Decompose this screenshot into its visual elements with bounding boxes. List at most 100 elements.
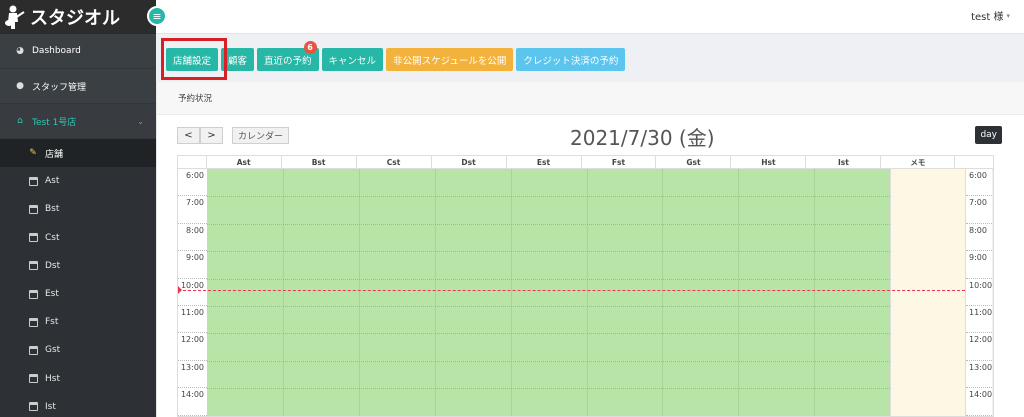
column-divider	[662, 169, 664, 416]
calendar-icon	[28, 317, 38, 327]
sidebar-subitem-bst[interactable]: Bst	[0, 195, 156, 224]
guitarist-logo-icon	[5, 5, 25, 29]
time-label: 14:00	[178, 388, 207, 416]
time-label: 7:00	[966, 196, 992, 224]
reservation-panel: 予約状況 < > カレンダー 2021/7/30 (金) day Ast Bst…	[156, 82, 1024, 417]
column-header-memo: メモ	[881, 156, 956, 169]
sidebar-subitem-fst[interactable]: Fst	[0, 308, 156, 337]
sidebar-subitem-dst[interactable]: Dst	[0, 251, 156, 280]
panel-title: 予約状況	[157, 82, 1024, 115]
recent-reservations-button[interactable]: 直近の予約 6	[257, 41, 319, 71]
sidebar-subitem-label: Bst	[45, 204, 60, 215]
count-badge: 6	[303, 41, 317, 54]
sidebar-item-store[interactable]: ⌂ Test 1号店 ⌄	[0, 104, 156, 139]
chevron-down-icon: ⌄	[137, 116, 144, 126]
sidebar-subitem-label: 店舗	[45, 149, 64, 160]
row-divider	[207, 360, 890, 362]
calendar-button[interactable]: カレンダー	[232, 127, 290, 144]
sidebar-item-dashboard[interactable]: ◕ Dashboard	[0, 34, 156, 69]
calendar-icon	[28, 402, 38, 412]
sidebar-subitem-shop[interactable]: ✎ 店舗	[0, 139, 156, 168]
time-label: 9:00	[178, 251, 207, 279]
time-label: 13:00	[966, 361, 992, 389]
row-divider	[207, 196, 890, 198]
time-label: 9:00	[966, 251, 992, 279]
sidebar-subitem-ast[interactable]: Ast	[0, 167, 156, 196]
sidebar-subitem-ist[interactable]: Ist	[0, 392, 156, 417]
calendar-icon	[28, 233, 38, 243]
user-menu[interactable]: test 様 ▾	[971, 8, 1010, 24]
column-header: Est	[507, 156, 582, 169]
brand-logo[interactable]: スタジオル	[0, 0, 156, 34]
publish-private-schedule-button[interactable]: 非公開スケジュールを公開	[386, 48, 514, 71]
header-spacer	[955, 156, 993, 169]
time-label: 12:00	[966, 333, 992, 361]
time-label: 10:00	[966, 279, 992, 306]
column-divider	[358, 169, 360, 416]
user-icon: ●	[16, 81, 24, 91]
available-slots-area[interactable]	[207, 169, 890, 416]
sidebar-subitem-label: Cst	[45, 232, 60, 243]
sidebar-subitem-cst[interactable]: Cst	[0, 223, 156, 252]
sidebar-subitem-label: Est	[45, 289, 59, 300]
action-toolbar: 店舗設定 顧客 直近の予約 6 キャンセル 非公開スケジュールを公開 クレジット…	[166, 41, 626, 71]
memo-column[interactable]	[890, 169, 965, 416]
column-header: Cst	[357, 156, 432, 169]
time-axis-left: 6:00 7:00 8:00 9:00 10:00 11:00 12:00 13…	[178, 169, 207, 416]
grid-header: Ast Bst Cst Dst Est Fst Gst Hst Ist メモ	[178, 156, 993, 169]
next-button[interactable]: >	[200, 127, 223, 144]
column-divider	[510, 169, 512, 416]
column-divider	[738, 169, 740, 416]
column-header: Bst	[282, 156, 357, 169]
credit-payment-reservations-button[interactable]: クレジット決済の予約	[516, 48, 626, 71]
vertical-scrollbar[interactable]: ▲	[992, 169, 994, 417]
menu-toggle-button[interactable]: ≡	[147, 6, 167, 26]
sidebar: ◕ Dashboard ● スタッフ管理 ⌂ Test 1号店 ⌄ ✎ 店舗 A…	[0, 34, 156, 417]
sidebar-subitem-label: Fst	[45, 317, 59, 328]
row-divider	[207, 333, 890, 335]
day-view-button[interactable]: day	[975, 126, 1002, 144]
home-icon: ⌂	[17, 116, 23, 126]
time-label: 13:00	[178, 361, 207, 389]
sidebar-subitem-label: Ast	[45, 176, 60, 187]
row-divider	[207, 306, 890, 307]
button-label: 直近の予約	[264, 55, 312, 67]
column-divider	[814, 169, 816, 416]
sidebar-subitem-hst[interactable]: Hst	[0, 364, 156, 393]
calendar-icon	[28, 289, 38, 299]
caret-down-icon: ▾	[1006, 11, 1010, 20]
calendar-icon	[28, 261, 38, 271]
time-label: 12:00	[178, 333, 207, 361]
time-label: 6:00	[966, 169, 992, 197]
time-label: 6:00	[178, 169, 207, 197]
current-time-arrow-icon	[178, 286, 182, 294]
prev-button[interactable]: <	[177, 127, 200, 144]
current-time-line	[178, 290, 965, 291]
scrollbar-thumb[interactable]	[993, 279, 994, 417]
sidebar-item-label: スタッフ管理	[32, 82, 87, 93]
sidebar-item-label: Test 1号店	[32, 117, 77, 128]
time-axis-right: 6:00 7:00 8:00 9:00 10:00 11:00 12:00 13…	[965, 169, 992, 416]
sidebar-subitem-label: Dst	[45, 260, 61, 271]
sidebar-subitem-gst[interactable]: Gst	[0, 336, 156, 365]
column-divider	[282, 169, 284, 416]
brand-name: スタジオル	[30, 8, 120, 29]
sidebar-subitem-est[interactable]: Est	[0, 279, 156, 309]
column-header: Ist	[806, 156, 882, 169]
sidebar-item-staff[interactable]: ● スタッフ管理	[0, 69, 156, 104]
calendar-toolbar: < > カレンダー	[177, 127, 290, 144]
column-divider	[434, 169, 436, 416]
column-header: Hst	[731, 156, 807, 169]
column-header: Ast	[207, 156, 282, 169]
calendar-icon	[28, 176, 38, 186]
hamburger-icon: ≡	[152, 9, 162, 23]
sidebar-subitem-label: Gst	[45, 345, 61, 356]
time-label: 10:00	[178, 279, 207, 306]
time-label: 8:00	[178, 224, 207, 252]
header-spacer	[178, 156, 207, 169]
schedule-grid: Ast Bst Cst Dst Est Fst Gst Hst Ist メモ 6…	[177, 155, 994, 417]
cancel-button[interactable]: キャンセル	[321, 48, 384, 71]
dashboard-icon: ◕	[16, 46, 24, 56]
calendar-icon	[28, 204, 38, 214]
wrench-icon: ✎	[29, 148, 37, 159]
